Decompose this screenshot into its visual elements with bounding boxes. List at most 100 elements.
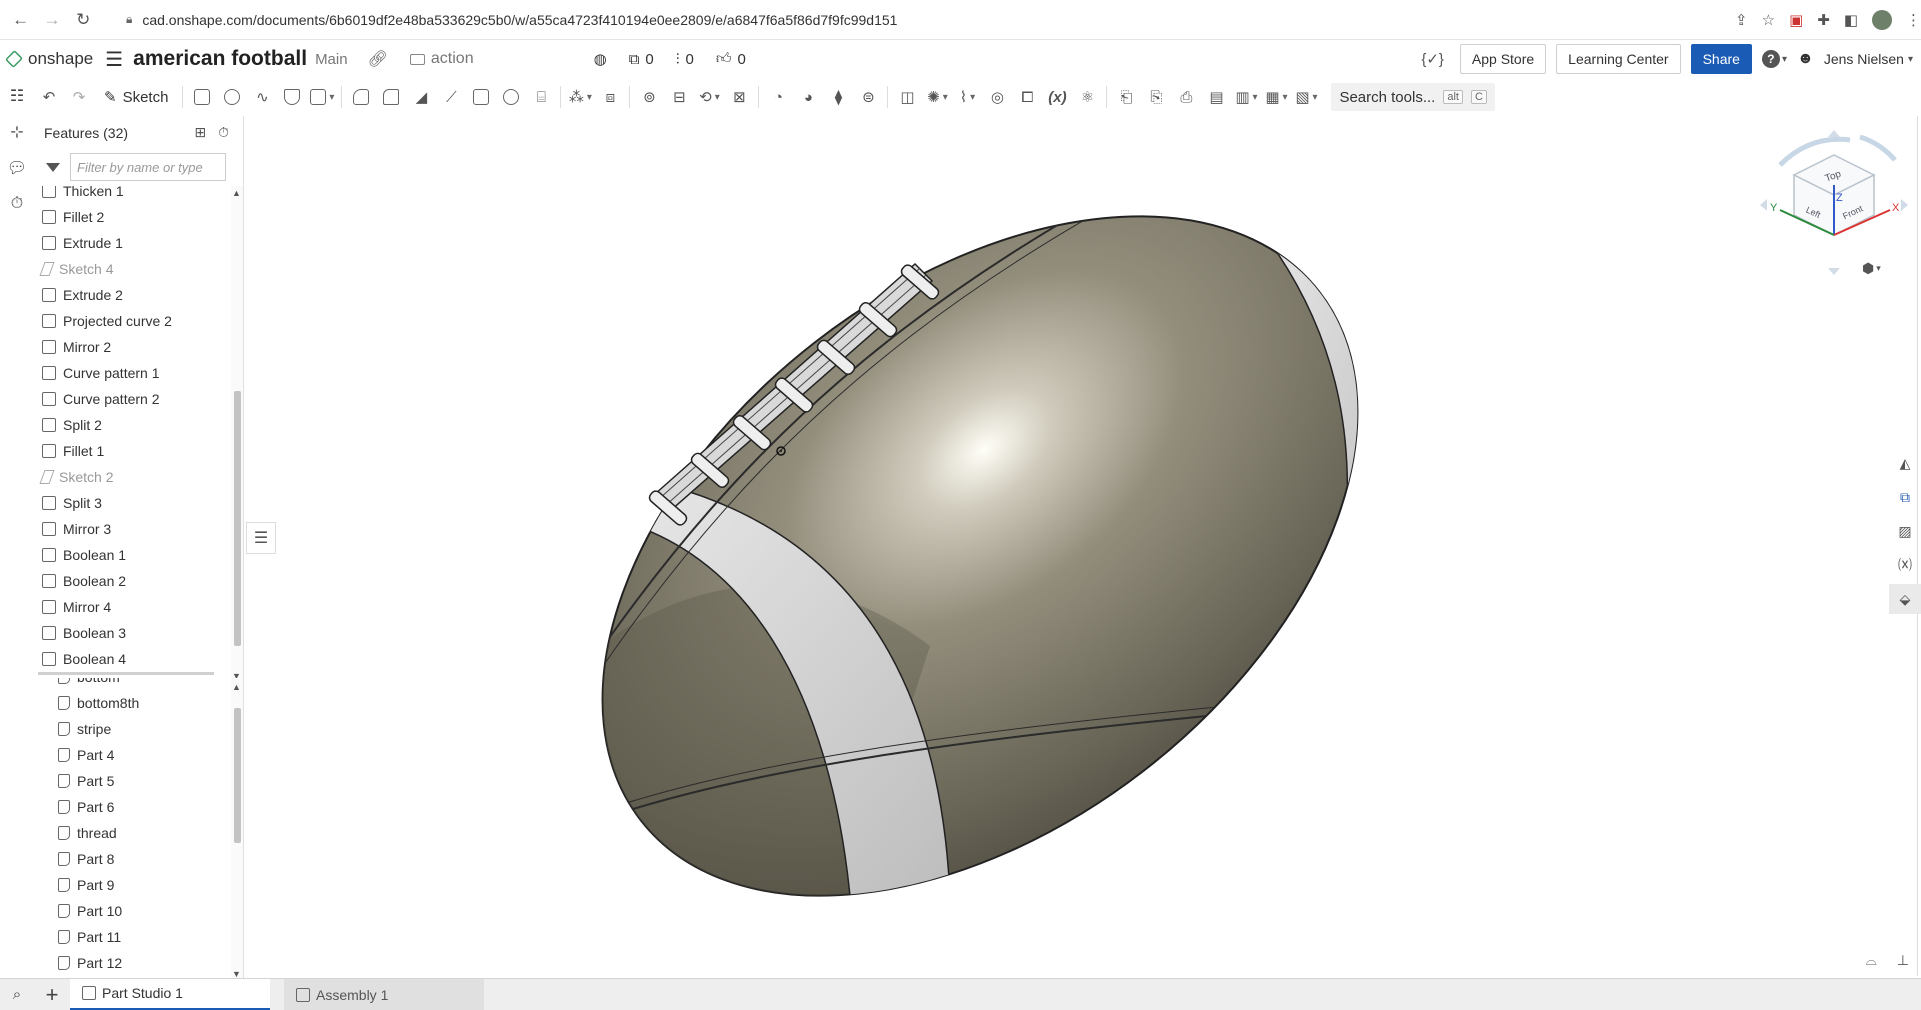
cylinder-icon[interactable]: ⌸ bbox=[526, 83, 556, 111]
feature-item[interactable]: Mirror 2 bbox=[34, 334, 230, 360]
boolean-icon[interactable]: ⊚ bbox=[634, 83, 664, 111]
document-title[interactable]: american football bbox=[133, 47, 307, 71]
loft-icon[interactable] bbox=[277, 83, 307, 111]
version-indicator[interactable]: action bbox=[409, 50, 474, 68]
part-item[interactable]: Part 10 bbox=[34, 898, 230, 924]
rotate-right-icon[interactable] bbox=[1901, 199, 1908, 211]
history-icon[interactable]: ⏱︎ bbox=[0, 186, 34, 222]
back-icon[interactable]: ← bbox=[10, 9, 31, 31]
sheet-metal-icon[interactable]: ⎗ bbox=[1111, 83, 1141, 111]
feature-item[interactable]: Extrude 1 bbox=[34, 230, 230, 256]
bookmark-star-icon[interactable]: ☆ bbox=[1762, 11, 1775, 29]
user-menu-chevron-icon[interactable]: ▾ bbox=[1908, 54, 1913, 65]
feature-item[interactable]: Boolean 4 bbox=[34, 646, 230, 672]
rollback-timer-icon[interactable]: ⏱︎ bbox=[218, 124, 229, 141]
profile-avatar[interactable] bbox=[1872, 9, 1893, 30]
tab-icon[interactable]: ⎙ bbox=[1171, 83, 1201, 111]
comments-icon[interactable]: 💬︎ bbox=[0, 150, 34, 186]
address-bar[interactable]: 🔒︎ cad.onshape.com/documents/6b6019df2e4… bbox=[111, 4, 1726, 35]
delete-part-icon[interactable]: ⊠ bbox=[724, 83, 754, 111]
filter-icon[interactable] bbox=[46, 162, 60, 172]
feature-item[interactable]: Curve pattern 1 bbox=[34, 360, 230, 386]
ball-body[interactable] bbox=[400, 116, 1485, 976]
help-icon[interactable]: ? bbox=[1761, 50, 1780, 68]
variables-icon[interactable]: {✓} bbox=[1421, 50, 1444, 68]
shell-icon[interactable] bbox=[466, 83, 496, 111]
rotate-left-icon[interactable] bbox=[1760, 199, 1767, 211]
feature-item[interactable]: Projected curve 2 bbox=[34, 308, 230, 334]
tab-part-studio-1[interactable]: Part Studio 1 bbox=[70, 978, 270, 1010]
thicken-icon[interactable] bbox=[307, 83, 337, 111]
pattern-icon[interactable]: ⁂ bbox=[565, 83, 595, 111]
public-globe-icon[interactable]: ◍ bbox=[594, 50, 607, 68]
render-studio-icon[interactable]: ⬙ bbox=[1889, 584, 1921, 614]
fillet-icon[interactable] bbox=[346, 83, 376, 111]
replace-face-icon[interactable]: ⊜ bbox=[853, 83, 883, 111]
appearance-icon[interactable]: ◭ bbox=[1889, 448, 1921, 478]
link-icon[interactable]: 🔗︎ bbox=[368, 49, 388, 69]
part-item[interactable]: bottom bbox=[34, 678, 230, 690]
transform-icon[interactable]: ⟲ bbox=[694, 83, 724, 111]
share-page-icon[interactable]: ⇪ bbox=[1735, 11, 1748, 29]
variable-icon[interactable]: (x) bbox=[1042, 83, 1072, 111]
part-item[interactable]: Part 4 bbox=[34, 742, 230, 768]
sweep-icon[interactable]: ∿ bbox=[247, 83, 277, 111]
part-item[interactable]: thread bbox=[34, 820, 230, 846]
chevron-down-icon[interactable]: ▾ bbox=[1782, 54, 1787, 65]
likes-count[interactable]: 👍︎ 0 bbox=[716, 50, 746, 68]
part-item[interactable]: stripe bbox=[34, 716, 230, 742]
part-item[interactable]: Part 8 bbox=[34, 846, 230, 872]
feature-item[interactable]: Extrude 2 bbox=[34, 282, 230, 308]
part-item[interactable]: Part 6 bbox=[34, 794, 230, 820]
plane-icon[interactable]: ◫ bbox=[892, 83, 922, 111]
curve-icon[interactable]: ⌇ bbox=[952, 83, 982, 111]
search-tabs-icon[interactable]: ⌕ bbox=[0, 980, 34, 1010]
delete-face-icon[interactable]: ◕ bbox=[793, 83, 823, 111]
redo-icon[interactable]: ↷ bbox=[64, 83, 94, 111]
feature-list-scrollbar[interactable]: ▲ ▼ bbox=[231, 186, 243, 683]
move-face-icon[interactable]: ⧫ bbox=[823, 83, 853, 111]
cut-list-icon[interactable]: ▦ bbox=[1261, 83, 1291, 111]
feature-item[interactable]: Mirror 3 bbox=[34, 516, 230, 542]
reload-icon[interactable]: ↻ bbox=[73, 9, 94, 31]
part-item[interactable]: Part 5 bbox=[34, 768, 230, 794]
feature-item[interactable]: Split 3 bbox=[34, 490, 230, 516]
rotate-down-icon[interactable] bbox=[1828, 268, 1840, 275]
mate-connector-icon[interactable]: ✺ bbox=[922, 83, 952, 111]
user-avatar-icon[interactable]: ☻ bbox=[1797, 50, 1814, 68]
feature-item[interactable]: Mirror 4 bbox=[34, 594, 230, 620]
feature-item[interactable]: Thicken 1 bbox=[34, 186, 230, 204]
flange-icon[interactable]: ⎘ bbox=[1141, 83, 1171, 111]
feature-item[interactable]: Boolean 1 bbox=[34, 542, 230, 568]
feature-list-icon[interactable]: ☷ bbox=[0, 78, 34, 114]
share-button[interactable]: Share bbox=[1690, 44, 1752, 74]
football-model[interactable] bbox=[250, 116, 1890, 976]
view-options-menu[interactable]: ⬢ ▾ bbox=[1862, 260, 1881, 277]
variable-table-icon[interactable]: ⒳ bbox=[1889, 550, 1921, 580]
display-mode-icon[interactable]: ⊥ bbox=[1897, 952, 1909, 969]
rib-icon[interactable]: ⟋ bbox=[436, 83, 466, 111]
feature-item[interactable]: Boolean 3 bbox=[34, 620, 230, 646]
feature-item[interactable]: Curve pattern 2 bbox=[34, 386, 230, 412]
draft-icon[interactable]: ◢ bbox=[406, 83, 436, 111]
frame-tools-icon[interactable]: ▥ bbox=[1231, 83, 1261, 111]
part-item[interactable]: Part 11 bbox=[34, 924, 230, 950]
parts-panel-icon[interactable]: ⧉ bbox=[1889, 482, 1921, 512]
scroll-up-icon[interactable]: ▲ bbox=[232, 682, 241, 692]
part-item[interactable]: Part 12 bbox=[34, 950, 230, 976]
learning-center-button[interactable]: Learning Center bbox=[1556, 44, 1681, 74]
feature-item[interactable]: Fillet 1 bbox=[34, 438, 230, 464]
feature-list-scroll-thumb[interactable] bbox=[234, 391, 241, 646]
filter-input[interactable] bbox=[70, 153, 226, 181]
rotate-up-icon[interactable] bbox=[1828, 130, 1840, 137]
puzzle-icon[interactable]: ✚ bbox=[1817, 11, 1830, 29]
side-panel-icon[interactable]: ◧ bbox=[1844, 11, 1858, 29]
insert-icon[interactable]: ⊹ bbox=[0, 114, 34, 150]
view-cube[interactable]: Top Left Front Z X Y bbox=[1750, 125, 1910, 295]
app-store-button[interactable]: App Store bbox=[1459, 44, 1547, 74]
more-menu-icon[interactable]: ⋮ bbox=[1906, 11, 1921, 29]
tab-assembly-1[interactable]: Assembly 1 bbox=[284, 978, 484, 1010]
hole-icon[interactable] bbox=[496, 83, 526, 111]
split-icon[interactable]: ⊟ bbox=[664, 83, 694, 111]
sketch-button[interactable]: ✎ Sketch bbox=[94, 83, 178, 111]
